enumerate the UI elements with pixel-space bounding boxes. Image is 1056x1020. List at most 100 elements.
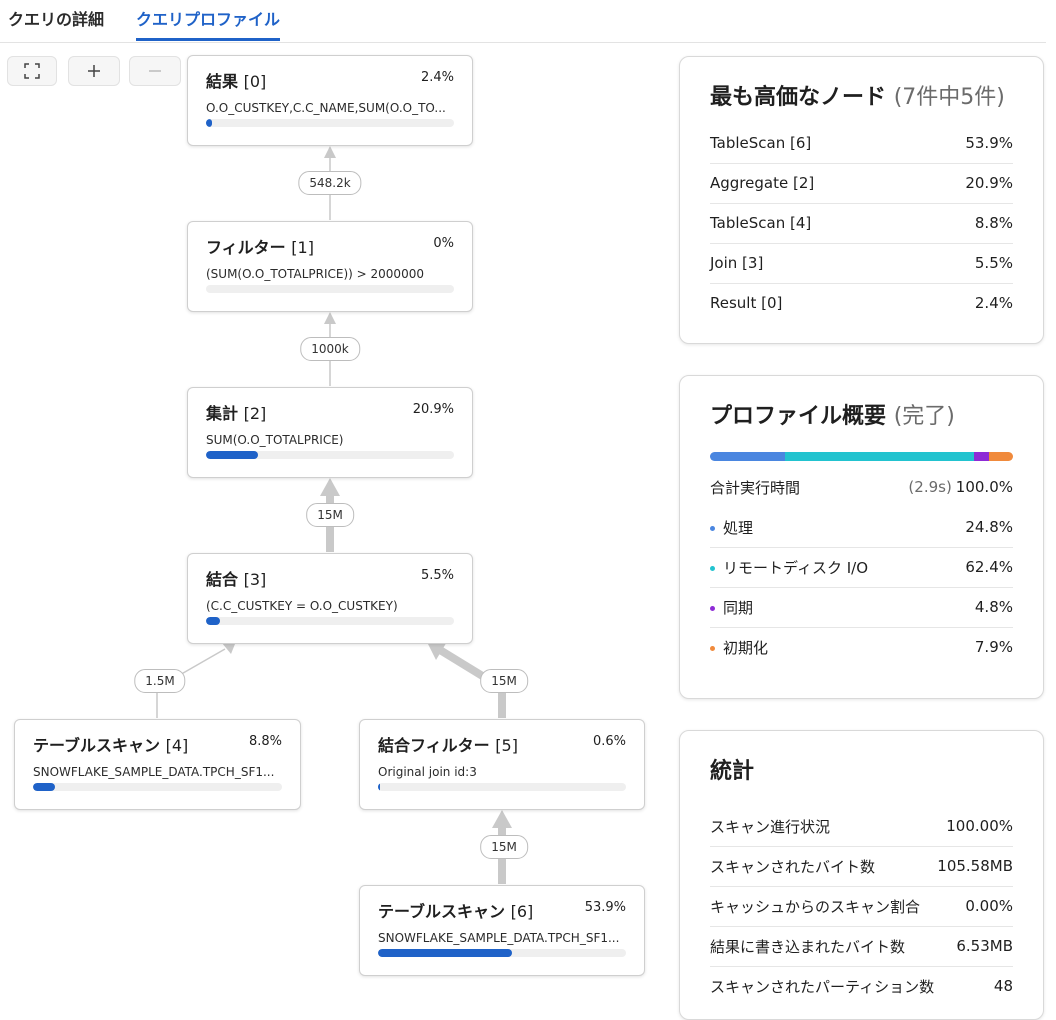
- node-percentage: 5.5%: [420, 568, 454, 583]
- card-title-text: 最も高価なノード: [710, 85, 887, 110]
- row-value: 2.4%: [974, 294, 1013, 312]
- node-progress-bar: [206, 285, 454, 293]
- node-join-filter[interactable]: 結合フィルター [5] 0.6% Original join id:3: [359, 719, 645, 810]
- row-label: TableScan [4]: [710, 214, 812, 232]
- row-label: キャッシュからのスキャン割合: [710, 897, 921, 916]
- edge-label-rows: 15M: [480, 835, 528, 859]
- node-detail: (SUM(O.O_TOTALPRICE)) > 2000000: [206, 267, 424, 281]
- edge-label-rows: 548.2k: [298, 171, 362, 195]
- row-label: 合計実行時間: [710, 478, 801, 497]
- row-label: 同期: [723, 598, 754, 617]
- node-percentage: 20.9%: [412, 402, 454, 417]
- node-join[interactable]: 結合 [3] 5.5% (C.C_CUSTKEY = O.O_CUSTKEY): [187, 553, 473, 644]
- row-value: 62.4%: [965, 558, 1013, 576]
- node-detail: O.O_CUSTKEY,C.C_NAME,SUM(O.O_TO...: [206, 101, 446, 115]
- node-name: 結合フィルター: [378, 736, 490, 755]
- row-label: 結果に書き込まれたバイト数: [710, 937, 906, 956]
- node-percentage: 2.4%: [420, 70, 454, 85]
- row-label: 処理: [723, 518, 754, 537]
- profile-overview-card: プロファイル概要 (完了) 合計実行時間 (2.9s) 100.0% 処理 24.…: [679, 375, 1044, 699]
- execution-time-stacked-bar: [710, 452, 1013, 461]
- node-progress-fill: [378, 949, 512, 957]
- node-name: 結合: [206, 570, 239, 589]
- statistic-row: キャッシュからのスキャン割合 0.00%: [710, 886, 1013, 927]
- total-execution-time-row: 合計実行時間 (2.9s) 100.0%: [710, 467, 1013, 507]
- node-detail: SNOWFLAKE_SAMPLE_DATA.TPCH_SF1...: [33, 765, 275, 779]
- node-filter[interactable]: フィルター [1] 0% (SUM(O.O_TOTALPRICE)) > 200…: [187, 221, 473, 312]
- arrow-icon: [492, 810, 512, 828]
- breakdown-row: 初期化 7.9%: [710, 627, 1013, 667]
- card-title: 最も高価なノード (7件中5件): [710, 79, 1005, 111]
- node-tablescan-6[interactable]: テーブルスキャン [6] 53.9% SNOWFLAKE_SAMPLE_DATA…: [359, 885, 645, 976]
- arrow-icon: [324, 312, 336, 324]
- row-value: 53.9%: [965, 134, 1013, 152]
- row-label: Join [3]: [710, 254, 764, 272]
- node-progress-bar: [206, 119, 454, 127]
- node-detail: (C.C_CUSTKEY = O.O_CUSTKEY): [206, 599, 398, 613]
- node-progress-fill: [378, 783, 381, 791]
- expensive-node-row[interactable]: TableScan [4] 8.8%: [710, 203, 1013, 244]
- row-label: スキャン進行状況: [710, 817, 831, 836]
- node-name: 集計: [206, 404, 239, 423]
- card-subtitle: (7件中5件): [893, 85, 1005, 110]
- edge-label-rows: 1.5M: [134, 669, 186, 693]
- node-detail: SUM(O.O_TOTALPRICE): [206, 433, 344, 447]
- statistic-row: 結果に書き込まれたバイト数 6.53MB: [710, 926, 1013, 967]
- statistic-row: スキャンされたバイト数 105.58MB: [710, 846, 1013, 887]
- row-value: 7.9%: [974, 638, 1013, 656]
- expensive-nodes-card: 最も高価なノード (7件中5件) TableScan [6] 53.9% Agg…: [679, 56, 1044, 344]
- expensive-node-row[interactable]: Result [0] 2.4%: [710, 283, 1013, 323]
- node-name: 結果: [206, 72, 239, 91]
- row-value: 4.8%: [974, 598, 1013, 616]
- node-result[interactable]: 結果 [0] 2.4% O.O_CUSTKEY,C.C_NAME,SUM(O.O…: [187, 55, 473, 146]
- segment-synchronization: [974, 452, 989, 461]
- node-detail: Original join id:3: [378, 765, 477, 779]
- node-progress-fill: [206, 617, 220, 625]
- node-percentage: 8.8%: [248, 734, 282, 749]
- segment-initialization: [988, 452, 1013, 461]
- node-percentage: 53.9%: [584, 900, 626, 915]
- node-name: テーブルスキャン: [378, 902, 506, 921]
- expensive-node-row[interactable]: Join [3] 5.5%: [710, 243, 1013, 284]
- node-progress-fill: [33, 783, 55, 791]
- segment-processing: [710, 452, 786, 461]
- row-value: 0.00%: [965, 897, 1013, 915]
- card-title-text: プロファイル概要: [710, 404, 887, 429]
- node-aggregate[interactable]: 集計 [2] 20.9% SUM(O.O_TOTALPRICE): [187, 387, 473, 478]
- row-value: 100.0%: [955, 478, 1013, 496]
- row-value: 5.5%: [974, 254, 1013, 272]
- edge-label-rows: 15M: [306, 503, 354, 527]
- row-label: スキャンされたパーティション数: [710, 977, 935, 996]
- node-progress-bar: [378, 783, 626, 791]
- expensive-node-row[interactable]: Aggregate [2] 20.9%: [710, 163, 1013, 204]
- node-tablescan-4[interactable]: テーブルスキャン [4] 8.8% SNOWFLAKE_SAMPLE_DATA.…: [14, 719, 301, 810]
- row-label: Result [0]: [710, 294, 783, 312]
- legend-dot-icon: [710, 645, 715, 651]
- statistic-row: スキャン進行状況 100.00%: [710, 806, 1013, 847]
- statistic-row: スキャンされたパーティション数 48: [710, 966, 1013, 1006]
- row-label: スキャンされたバイト数: [710, 857, 876, 876]
- row-label: 初期化: [723, 638, 769, 657]
- row-value: 48: [993, 977, 1013, 995]
- statistics-card: 統計 スキャン進行状況 100.00% スキャンされたバイト数 105.58MB…: [679, 730, 1044, 1020]
- node-index: [5]: [495, 736, 518, 755]
- legend-dot-icon: [710, 605, 715, 611]
- row-label: Aggregate [2]: [710, 174, 815, 192]
- edge-label-rows: 1000k: [300, 337, 360, 361]
- arrow-icon: [324, 146, 336, 158]
- breakdown-row: 処理 24.8%: [710, 507, 1013, 548]
- breakdown-row: 同期 4.8%: [710, 587, 1013, 628]
- expensive-node-row[interactable]: TableScan [6] 53.9%: [710, 123, 1013, 164]
- legend-dot-icon: [710, 525, 715, 531]
- node-index: [2]: [243, 404, 267, 423]
- node-index: [4]: [165, 736, 189, 755]
- node-progress-bar: [206, 451, 454, 459]
- row-label: TableScan [6]: [710, 134, 812, 152]
- row-value: 20.9%: [965, 174, 1013, 192]
- breakdown-row: リモートディスク I/O 62.4%: [710, 547, 1013, 588]
- legend-dot-icon: [710, 565, 715, 571]
- arrow-icon: [222, 643, 235, 654]
- node-progress-fill: [206, 119, 212, 127]
- row-value: 100.00%: [946, 817, 1013, 835]
- node-detail: SNOWFLAKE_SAMPLE_DATA.TPCH_SF1...: [378, 931, 620, 945]
